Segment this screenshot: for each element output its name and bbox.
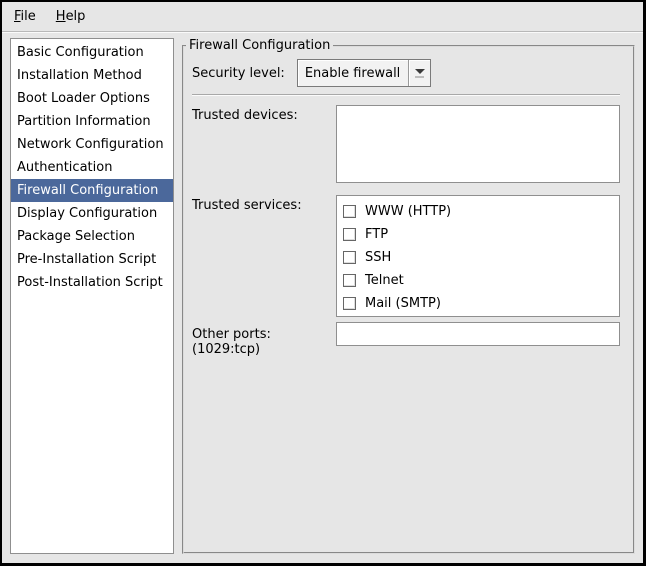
sidebar-item-label: Authentication [17, 160, 112, 175]
other-ports-label: Other ports: (1029:tcp) [192, 322, 336, 357]
sidebar-item-label: Display Configuration [17, 206, 157, 221]
service-row[interactable]: SSH [337, 246, 619, 269]
service-label: WWW (HTTP) [365, 204, 451, 219]
horizontal-separator [192, 94, 620, 96]
service-checkbox[interactable] [343, 228, 356, 241]
sidebar-item[interactable]: Firewall Configuration [11, 179, 173, 202]
service-row[interactable]: Mail (SMTP) [337, 292, 619, 315]
main-area: Basic Configuration Installation Method … [2, 32, 643, 563]
menu-file[interactable]: File [4, 2, 46, 31]
sidebar-list[interactable]: Basic Configuration Installation Method … [10, 38, 174, 554]
combobox-selected-value: Enable firewall [298, 66, 408, 81]
sidebar-item-label: Partition Information [17, 114, 151, 129]
menu-help[interactable]: Help [46, 2, 96, 31]
sidebar-item[interactable]: Package Selection [11, 225, 173, 248]
sidebar-item[interactable]: Display Configuration [11, 202, 173, 225]
frame-title: Firewall Configuration [186, 38, 333, 53]
other-ports-input[interactable] [336, 322, 620, 346]
sidebar-item[interactable]: Post-Installation Script [11, 271, 173, 294]
trusted-devices-listbox[interactable] [336, 105, 620, 183]
sidebar-item-label: Network Configuration [17, 137, 164, 152]
frame-body: Security level: Enable firewall Trusted … [184, 53, 633, 357]
sidebar-item-label: Package Selection [17, 229, 135, 244]
sidebar-item[interactable]: Basic Configuration [11, 41, 173, 64]
service-checkbox[interactable] [343, 297, 356, 310]
trusted-devices-row: Trusted devices: [192, 105, 620, 183]
trusted-services-label: Trusted services: [192, 195, 336, 317]
service-row[interactable]: WWW (HTTP) [337, 200, 619, 223]
sidebar-item[interactable]: Pre-Installation Script [11, 248, 173, 271]
sidebar-item[interactable]: Network Configuration [11, 133, 173, 156]
service-checkbox[interactable] [343, 205, 356, 218]
app-window: File Help Basic Configuration Installati… [0, 0, 646, 566]
sidebar-item[interactable]: Authentication [11, 156, 173, 179]
service-checkbox[interactable] [343, 251, 356, 264]
sidebar-item-label: Boot Loader Options [17, 91, 150, 106]
sidebar-item[interactable]: Boot Loader Options [11, 87, 173, 110]
security-level-combobox[interactable]: Enable firewall [297, 59, 431, 87]
sidebar-item-label: Basic Configuration [17, 45, 144, 60]
sidebar-item-label: Pre-Installation Script [17, 252, 156, 267]
sidebar-item[interactable]: Installation Method [11, 64, 173, 87]
trusted-services-listbox[interactable]: WWW (HTTP) FTP SSH [336, 195, 620, 317]
trusted-devices-label: Trusted devices: [192, 105, 336, 183]
service-checkbox[interactable] [343, 274, 356, 287]
sidebar-item[interactable]: Partition Information [11, 110, 173, 133]
firewall-configuration-frame: Firewall Configuration Security level: E… [182, 38, 635, 554]
service-row[interactable]: FTP [337, 223, 619, 246]
service-label: FTP [365, 227, 388, 242]
service-row[interactable]: Telnet [337, 269, 619, 292]
arrow-shadow [415, 76, 424, 78]
trusted-services-row: Trusted services: WWW (HTTP) FTP [192, 195, 620, 317]
security-level-label: Security level: [192, 66, 285, 81]
other-ports-row: Other ports: (1029:tcp) [192, 322, 620, 357]
service-label: Mail (SMTP) [365, 296, 441, 311]
sidebar-item-label: Installation Method [17, 68, 142, 83]
sidebar-item-label: Post-Installation Script [17, 275, 163, 290]
service-label: SSH [365, 250, 391, 265]
service-label: Telnet [365, 273, 404, 288]
dropdown-arrow-icon [409, 69, 430, 78]
security-level-row: Security level: Enable firewall [192, 59, 620, 87]
menubar: File Help [2, 2, 643, 32]
arrow-triangle [415, 69, 425, 74]
sidebar-item-label: Firewall Configuration [17, 183, 158, 198]
